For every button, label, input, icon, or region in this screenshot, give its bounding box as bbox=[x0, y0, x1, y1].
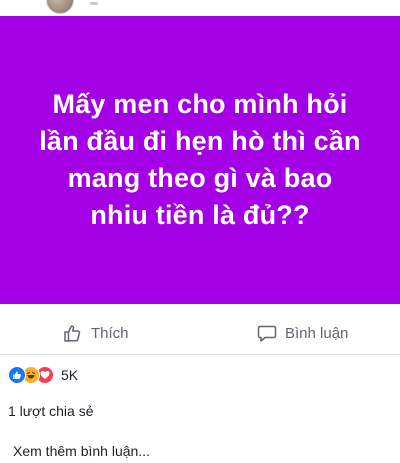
post-header-strip bbox=[0, 0, 400, 16]
thumbs-up-icon bbox=[63, 323, 83, 343]
comment-button[interactable]: Bình luận bbox=[257, 323, 348, 343]
reactions-summary[interactable]: 5K bbox=[8, 363, 78, 387]
post-background-card: Mấy men cho mình hỏi lần đầu đi hẹn hò t… bbox=[0, 16, 400, 304]
like-button[interactable]: Thích bbox=[63, 323, 129, 343]
post-action-bar: Thích Bình luận bbox=[0, 314, 400, 355]
shares-count[interactable]: 1 lượt chia sẻ bbox=[8, 403, 93, 419]
post-text: Mấy men cho mình hỏi lần đầu đi hẹn hò t… bbox=[39, 89, 361, 230]
view-more-comments-link[interactable]: Xem thêm bình luận... bbox=[13, 443, 150, 459]
author-name-fragment[interactable] bbox=[90, 2, 98, 5]
like-reaction-icon bbox=[8, 366, 26, 384]
like-label: Thích bbox=[91, 324, 129, 342]
comment-label: Bình luận bbox=[285, 324, 349, 342]
avatar[interactable] bbox=[46, 0, 74, 14]
reaction-count[interactable]: 5K bbox=[61, 367, 78, 383]
speech-bubble-icon bbox=[257, 323, 277, 343]
reaction-icons bbox=[8, 366, 55, 384]
